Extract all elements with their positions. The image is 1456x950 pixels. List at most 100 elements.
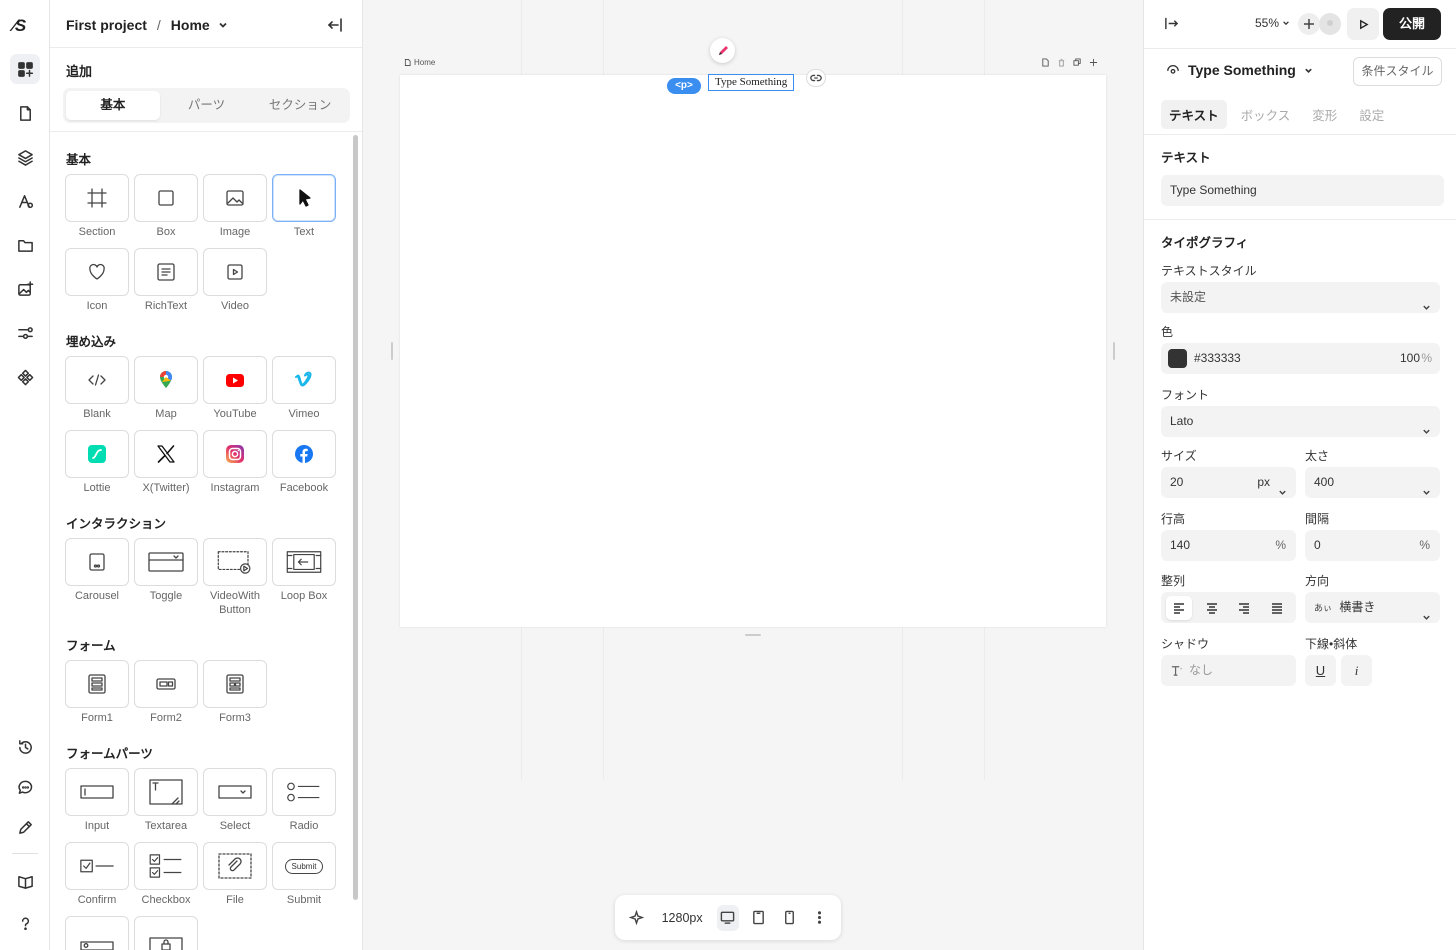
element-video-with-button[interactable] [203, 538, 267, 586]
preview-button[interactable] [1347, 8, 1379, 40]
text-style-select[interactable]: 未設定 [1161, 282, 1440, 313]
plus-icon[interactable] [1088, 57, 1098, 67]
color-swatch[interactable] [1168, 349, 1187, 368]
element-loop-box[interactable] [272, 538, 336, 586]
align-center-icon[interactable] [1199, 596, 1225, 620]
element-select[interactable] [203, 768, 267, 816]
link-icon[interactable] [806, 69, 826, 87]
element-image[interactable] [203, 174, 267, 222]
project-name[interactable]: First project [66, 17, 147, 33]
user-avatar[interactable] [1319, 13, 1341, 35]
styles-icon[interactable] [10, 186, 40, 216]
ai-sparkle-button[interactable] [625, 905, 648, 931]
tab-settings[interactable]: 設定 [1351, 100, 1392, 129]
element-toggle[interactable] [134, 538, 198, 586]
app-logo[interactable]: ⁄S [13, 16, 26, 36]
element-richtext[interactable] [134, 248, 198, 296]
mobile-view-button[interactable] [778, 905, 801, 931]
element-x-twitter[interactable] [134, 430, 198, 478]
element-form3[interactable] [203, 660, 267, 708]
element-text[interactable] [272, 174, 336, 222]
element-password[interactable] [134, 916, 198, 950]
pages-icon[interactable] [10, 98, 40, 128]
zoom-control[interactable]: 55% [1255, 16, 1290, 30]
text-content-input[interactable]: Type Something [1161, 175, 1444, 206]
add-collaborator-button[interactable] [1298, 13, 1320, 35]
element-map[interactable] [134, 356, 198, 404]
italic-button[interactable]: i [1341, 655, 1372, 686]
conditional-style-button[interactable]: 条件スタイル [1353, 57, 1442, 86]
publish-button[interactable]: 公開 [1383, 8, 1441, 40]
tab-basic[interactable]: 基本 [66, 91, 160, 120]
element-facebook[interactable] [272, 430, 336, 478]
element-submit[interactable]: Submit [272, 842, 336, 890]
font-weight-select[interactable]: 400 [1305, 467, 1440, 498]
selected-text-element[interactable]: Type Something [708, 74, 795, 91]
element-textarea[interactable] [134, 768, 198, 816]
viewport-width[interactable]: 1280px [662, 911, 703, 925]
line-height-input[interactable]: 140 % [1161, 530, 1296, 561]
tab-transform[interactable]: 変形 [1304, 100, 1345, 129]
writing-direction-select[interactable]: あぃ 横書き [1305, 592, 1440, 623]
docs-icon[interactable] [10, 866, 40, 896]
element-section[interactable] [65, 174, 129, 222]
underline-button[interactable]: U [1305, 655, 1336, 686]
tablet-view-button[interactable] [747, 905, 770, 931]
expand-panel-icon[interactable] [1164, 16, 1179, 36]
canvas-area[interactable]: Home <p> Type Something 1280px [363, 0, 1143, 950]
element-radio[interactable] [272, 768, 336, 816]
tab-parts[interactable]: パーツ [160, 91, 254, 120]
element-tag-badge[interactable]: <p> [667, 78, 701, 94]
page-selector[interactable]: Home [171, 17, 228, 33]
element-form2[interactable] [134, 660, 198, 708]
history-icon[interactable] [10, 732, 40, 762]
page-settings-icon[interactable] [1040, 57, 1050, 67]
widgets-icon[interactable] [10, 362, 40, 392]
element-file[interactable] [203, 842, 267, 890]
resize-handle-bottom[interactable] [745, 634, 761, 636]
resize-handle-right[interactable] [1113, 342, 1115, 360]
element-confirm[interactable] [65, 842, 129, 890]
help-icon[interactable] [10, 908, 40, 938]
element-checkbox[interactable] [134, 842, 198, 890]
element-input[interactable] [65, 768, 129, 816]
collapse-panel-icon[interactable] [327, 17, 345, 35]
element-instagram[interactable] [203, 430, 267, 478]
duplicate-icon[interactable] [1072, 57, 1082, 67]
edit-icon[interactable] [10, 812, 40, 842]
media-icon[interactable] [10, 274, 40, 304]
element-search[interactable] [65, 916, 129, 950]
size-unit-select[interactable]: px [1257, 467, 1270, 498]
artboard[interactable] [400, 75, 1106, 627]
element-icon[interactable] [65, 248, 129, 296]
element-form1[interactable] [65, 660, 129, 708]
layers-icon[interactable] [10, 142, 40, 172]
folder-icon[interactable] [10, 230, 40, 260]
edit-text-button[interactable] [710, 38, 735, 63]
more-options-button[interactable] [808, 905, 831, 931]
element-carousel[interactable] [65, 538, 129, 586]
panel-scrollbar[interactable] [353, 135, 358, 900]
color-input[interactable]: #333333 100 % [1161, 343, 1440, 374]
resize-handle-left[interactable] [391, 342, 393, 360]
element-name-selector[interactable]: Type Something [1166, 62, 1313, 78]
align-right-icon[interactable] [1231, 596, 1257, 620]
letter-spacing-input[interactable]: 0 % [1305, 530, 1440, 561]
element-blank[interactable] [65, 356, 129, 404]
font-select[interactable]: Lato [1161, 406, 1440, 437]
components-icon[interactable] [10, 318, 40, 348]
element-lottie[interactable] [65, 430, 129, 478]
tab-box[interactable]: ボックス [1233, 100, 1299, 129]
artboard-label[interactable]: Home [404, 58, 435, 67]
align-left-icon[interactable] [1166, 596, 1192, 620]
tab-sections[interactable]: セクション [253, 91, 347, 120]
tab-text[interactable]: テキスト [1161, 100, 1227, 129]
align-justify-icon[interactable] [1264, 596, 1290, 620]
font-size-input[interactable]: 20 px [1161, 467, 1296, 498]
trash-icon[interactable] [1056, 57, 1066, 67]
element-video[interactable] [203, 248, 267, 296]
desktop-view-button[interactable] [716, 904, 740, 931]
text-shadow-select[interactable]: なし [1161, 655, 1296, 686]
comments-icon[interactable] [10, 772, 40, 802]
element-youtube[interactable] [203, 356, 267, 404]
